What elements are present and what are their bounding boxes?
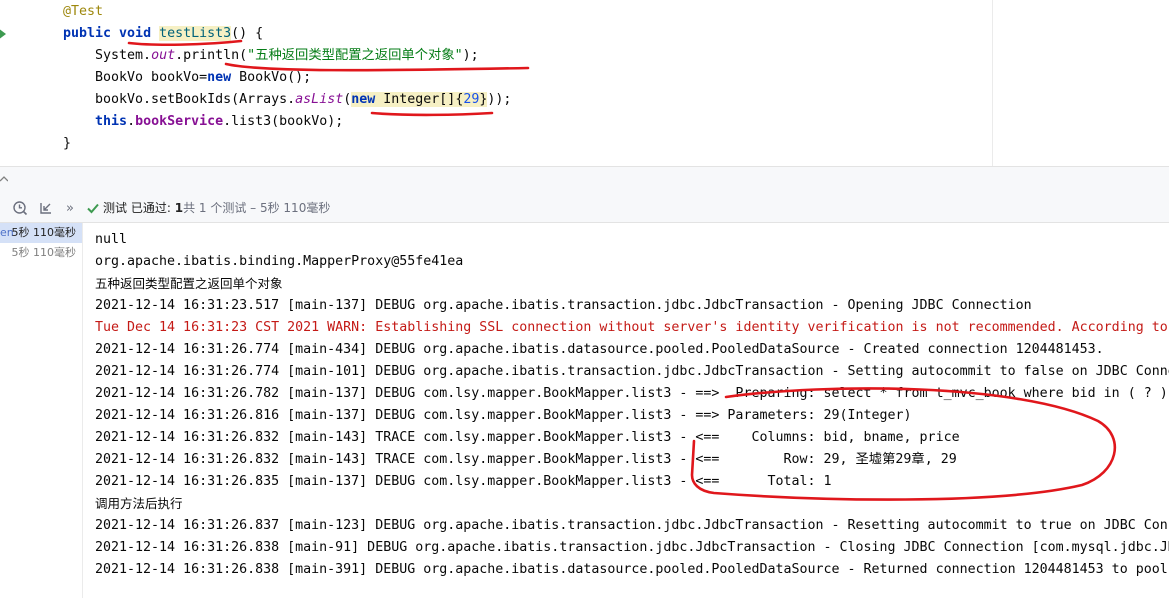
code-token: this — [95, 114, 128, 129]
editor-gutter — [0, 0, 28, 166]
code-token: )); — [487, 92, 512, 107]
code-line: @Test — [63, 1, 103, 23]
code-token: .list3(bookVo); — [223, 114, 344, 129]
test-tree[interactable]: en 5秒 110毫秒 5秒 110毫秒 — [0, 223, 83, 598]
test-tree-row[interactable]: en 5秒 110毫秒 — [0, 223, 82, 243]
console-line: 2021-12-14 16:31:26.832 [main-143] TRACE… — [95, 452, 957, 467]
code-token: bookVo.setBookIds(Arrays. — [63, 92, 296, 107]
test-results-toolbar: » 测试 已通过: 1共 1 个测试 – 5秒 110毫秒 — [0, 195, 1169, 223]
console-line: Tue Dec 14 16:31:23 CST 2021 WARN: Estab… — [95, 320, 1168, 335]
console-line: 2021-12-14 16:31:26.838 [main-391] DEBUG… — [95, 562, 1168, 577]
status-passed-count: 1 — [174, 201, 184, 215]
code-token: bookService — [135, 114, 224, 129]
code-line: bookVo.setBookIds(Arrays.asList(new Inte… — [63, 89, 511, 111]
console-line: 2021-12-14 16:31:26.774 [main-434] DEBUG… — [95, 342, 1104, 357]
console-output[interactable]: null org.apache.ibatis.binding.MapperProx… — [83, 223, 1169, 598]
code-token: } — [63, 136, 72, 151]
console-line: 2021-12-14 16:31:26.837 [main-123] DEBUG… — [95, 518, 1169, 533]
code-editor[interactable]: @Test public void testList3() { System.ou… — [0, 0, 1169, 166]
console-line: 调用方法后执行 — [95, 496, 183, 511]
code-token: asList — [295, 92, 344, 107]
console-line: 五种返回类型配置之返回单个对象 — [95, 276, 283, 291]
console-line: 2021-12-14 16:31:26.816 [main-137] DEBUG… — [95, 408, 912, 423]
code-token: void — [119, 26, 160, 41]
more-actions-icon[interactable]: » — [66, 195, 74, 222]
code-token: new — [351, 92, 384, 107]
code-token: BookVo bookVo= — [63, 70, 208, 85]
code-line: } — [63, 133, 71, 155]
code-token: @Test — [63, 4, 104, 19]
status-details: 共 1 个测试 – 5秒 110毫秒 — [183, 201, 331, 215]
code-token: System. — [63, 48, 152, 63]
status-prefix: 测试 — [103, 201, 128, 215]
code-line: public void testList3() { — [63, 23, 263, 45]
code-token: public — [63, 26, 120, 41]
console-line: 2021-12-14 16:31:26.774 [main-101] DEBUG… — [95, 364, 1169, 379]
test-tree-row[interactable]: 5秒 110毫秒 — [0, 243, 82, 263]
console-line: 2021-12-14 16:31:26.838 [main-91] DEBUG … — [95, 540, 1169, 555]
status-passed-label: 已通过: — [130, 201, 171, 215]
console-line: 2021-12-14 16:31:26.835 [main-137] DEBUG… — [95, 474, 832, 489]
import-tests-icon[interactable] — [38, 200, 54, 216]
code-line: System.out.println("五种返回类型配置之返回单个对象"); — [63, 45, 479, 67]
console-line: 2021-12-14 16:31:26.782 [main-137] DEBUG… — [95, 386, 1168, 401]
code-token: ); — [462, 48, 479, 63]
code-line: BookVo bookVo=new BookVo(); — [63, 67, 311, 89]
code-token: "五种返回类型配置之返回单个对象" — [247, 48, 463, 63]
code-token: out — [151, 48, 176, 63]
code-token: Integer[]{ — [383, 92, 464, 107]
console-line: 2021-12-14 16:31:23.517 [main-137] DEBUG… — [95, 298, 1032, 313]
editor-right-margin-guide — [992, 0, 993, 166]
chevron-up-icon[interactable] — [0, 176, 8, 182]
panel-divider[interactable] — [0, 166, 1169, 195]
console-line: org.apache.ibatis.binding.MapperProxy@55… — [95, 254, 464, 269]
console-scrolled-text-edge — [83, 223, 1169, 227]
code-token: BookVo(); — [239, 70, 312, 85]
check-icon — [87, 203, 99, 214]
console-line: null — [95, 232, 128, 247]
run-test-icon[interactable] — [0, 26, 8, 42]
history-icon[interactable] — [12, 200, 28, 216]
code-token: () { — [231, 26, 264, 41]
test-tree-row-time: 5秒 110毫秒 — [11, 246, 77, 259]
code-token: new — [207, 70, 240, 85]
code-token: testList3 — [159, 26, 232, 41]
code-line: this.bookService.list3(bookVo); — [63, 111, 343, 133]
test-status-summary: 测试 已通过: 1共 1 个测试 – 5秒 110毫秒 — [103, 195, 330, 222]
code-token: 29 — [463, 92, 480, 107]
code-token: . — [127, 114, 136, 129]
test-tree-row-time: 5秒 110毫秒 — [11, 226, 77, 239]
console-line: 2021-12-14 16:31:26.832 [main-143] TRACE… — [95, 430, 960, 445]
code-token: .println( — [175, 48, 248, 63]
